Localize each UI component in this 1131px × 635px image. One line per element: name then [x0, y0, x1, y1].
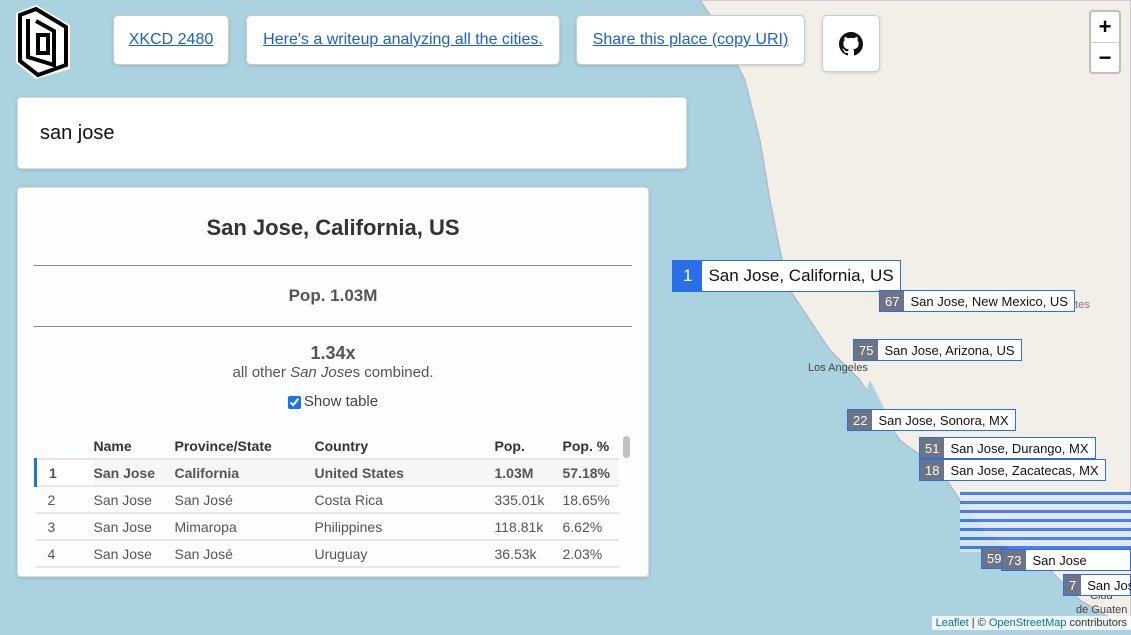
- marker-rank: 7: [1064, 575, 1082, 595]
- table-row[interactable]: 2 San Jose San José Costa Rica 335.01k 18.65%: [35, 486, 619, 514]
- map-marker[interactable]: 22 San Jose, Sonora, MX: [847, 409, 1016, 431]
- map-marker[interactable]: 18 San Jose, Zacatecas, MX: [919, 459, 1106, 481]
- table-row[interactable]: 3 San Jose Mimaropa Philippines 118.81k 6.62%: [35, 513, 619, 541]
- column-header-rank[interactable]: [35, 434, 94, 460]
- marker-rank: 73: [1002, 550, 1027, 570]
- github-button[interactable]: [822, 15, 880, 72]
- cell-province: San José: [174, 540, 315, 568]
- search-input[interactable]: san jose: [17, 97, 687, 169]
- map-label-guatemala: de Guaten: [1076, 604, 1128, 616]
- marker-rank: 75: [854, 340, 879, 360]
- leaflet-link[interactable]: Leaflet: [936, 617, 969, 629]
- map-attribution: Leaflet | © OpenStreetMap contributors: [931, 616, 1131, 630]
- cell-pop-pct: 57.18%: [562, 459, 619, 487]
- cell-rank: 1: [34, 459, 94, 487]
- cell-country: Costa Rica: [314, 486, 495, 514]
- marker-label: San Jose, Zacatecas, MX: [950, 462, 1099, 478]
- map-marker[interactable]: 51 San Jose, Durango, MX: [919, 437, 1096, 459]
- map-marker[interactable]: 75 San Jose, Arizona, US: [853, 339, 1022, 361]
- osm-link[interactable]: OpenStreetMap: [989, 617, 1067, 629]
- map-marker-selected[interactable]: 1 San Jose, California, US: [672, 260, 901, 292]
- city-info-panel: San Jose, California, US Pop. 1.03M 1.34…: [17, 187, 649, 577]
- writeup-link-button[interactable]: Here's a writeup analyzing all the citie…: [246, 15, 560, 65]
- show-table-label: Show table: [303, 393, 379, 410]
- map-marker[interactable]: 7 San Jos: [1063, 574, 1131, 596]
- ratio-suffix: s combined.: [352, 364, 434, 381]
- column-header-country[interactable]: Country: [314, 434, 495, 460]
- attribution-suffix: contributors: [1066, 617, 1127, 629]
- map-marker[interactable]: 73 San Jose: [1001, 549, 1131, 571]
- cell-province: California: [174, 459, 315, 487]
- cell-name: San Jose: [93, 459, 175, 487]
- cell-pop: 118.81k: [494, 513, 563, 541]
- cell-pop-pct: 6.62%: [562, 513, 619, 541]
- marker-rank: 18: [920, 460, 945, 480]
- ratio-city: San Jose: [290, 364, 353, 381]
- city-title: San Jose, California, US: [206, 215, 460, 240]
- share-link-button[interactable]: Share this place (copy URI): [576, 15, 805, 65]
- marker-rank: 67: [880, 291, 905, 311]
- column-header-pop-pct[interactable]: Pop. %: [562, 434, 619, 460]
- ratio-prefix: all other: [232, 364, 291, 381]
- marker-label: San Jose, California, US: [708, 266, 894, 285]
- marker-label: San Jose, Durango, MX: [950, 440, 1089, 456]
- cell-name: San Jose: [93, 513, 175, 541]
- cell-pop: 1.03M: [494, 459, 563, 487]
- cell-rank: 2: [35, 486, 94, 514]
- divider: [34, 326, 632, 327]
- cell-country: United States: [314, 459, 495, 487]
- github-icon: [839, 31, 863, 55]
- cell-pop-pct: 2.03%: [562, 540, 619, 568]
- cell-province: San José: [174, 486, 315, 514]
- cities-table: Name Province/State Country Pop. Pop. % …: [34, 434, 619, 568]
- cell-name: San Jose: [93, 540, 175, 568]
- cell-country: Uruguay: [314, 540, 495, 568]
- cell-name: San Jose: [93, 486, 175, 514]
- show-table-toggle[interactable]: Show table: [287, 393, 379, 410]
- column-header-province[interactable]: Province/State: [174, 434, 315, 460]
- cell-pop: 36.53k: [494, 540, 563, 568]
- zoom-in-button[interactable]: +: [1091, 12, 1119, 42]
- cell-pop: 335.01k: [494, 486, 563, 514]
- cell-province: Mimaropa: [174, 513, 315, 541]
- marker-rank: 1: [673, 261, 703, 291]
- city-population: Pop. 1.03M: [288, 286, 378, 305]
- show-table-checkbox[interactable]: [287, 395, 301, 409]
- map-marker[interactable]: 67 San Jose, New Mexico, US: [879, 290, 1075, 312]
- attribution-separator: | ©: [968, 617, 989, 629]
- cell-pop-pct: 18.65%: [562, 486, 619, 514]
- population-ratio: 1.34x: [310, 343, 356, 363]
- cell-rank: 4: [35, 540, 94, 568]
- marker-label: San Jos: [1087, 577, 1131, 593]
- marker-label: San Jose, New Mexico, US: [910, 293, 1068, 309]
- logo-icon[interactable]: [14, 3, 72, 86]
- cell-rank: 3: [35, 513, 94, 541]
- marker-rank: 51: [920, 438, 945, 458]
- marker-label: San Jose, Arizona, US: [884, 342, 1015, 358]
- cell-country: Philippines: [314, 513, 495, 541]
- column-header-pop[interactable]: Pop.: [494, 434, 563, 460]
- map-label-los-angeles: Los Angeles: [808, 362, 868, 374]
- marker-rank: 22: [848, 410, 873, 430]
- table-row[interactable]: 1 San Jose California United States 1.03M 57.…: [34, 459, 619, 487]
- column-header-name[interactable]: Name: [93, 434, 175, 460]
- marker-label: San Jose, Sonora, MX: [878, 412, 1009, 428]
- zoom-out-button[interactable]: −: [1091, 42, 1119, 72]
- ratio-description: all other San Joses combined.: [18, 364, 648, 381]
- xkcd-link-button[interactable]: XKCD 2480: [113, 15, 229, 65]
- table-row[interactable]: 4 San Jose San José Uruguay 36.53k 2.03%: [35, 540, 619, 568]
- map-marker-cluster[interactable]: [960, 492, 1131, 552]
- table-scrollbar[interactable]: [623, 436, 630, 458]
- marker-label: San Jose: [1032, 552, 1087, 568]
- zoom-control: + −: [1089, 10, 1121, 74]
